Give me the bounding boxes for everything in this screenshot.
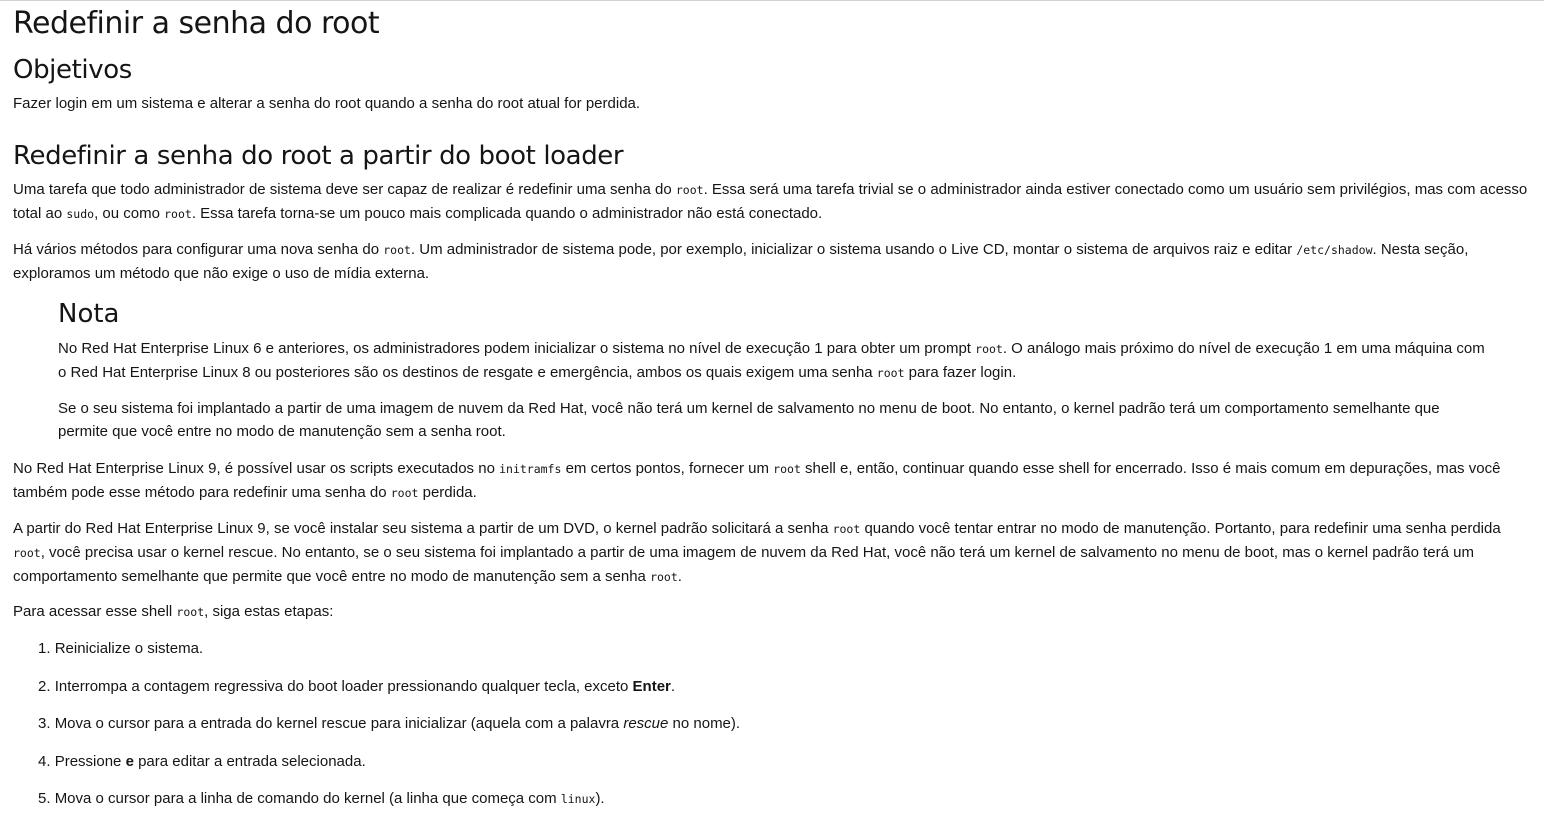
inline-code: initramfs xyxy=(499,462,562,476)
inline-code: root xyxy=(773,462,801,476)
note-paragraph-1: No Red Hat Enterprise Linux 6 e anterior… xyxy=(58,340,1485,381)
list-item: 3. Mova o cursor para a entrada do kerne… xyxy=(38,715,741,732)
inline-code: root xyxy=(13,546,41,560)
inline-code: root xyxy=(164,207,192,221)
inline-code: root xyxy=(383,243,411,257)
emphasis: rescue xyxy=(623,715,669,732)
inline-code: root xyxy=(832,522,861,536)
inline-code: root xyxy=(176,605,205,619)
list-item: 1. Reinicialize o sistema. xyxy=(38,640,204,657)
list-item: 5. Mova o cursor para a linha de comando… xyxy=(38,790,605,807)
section-heading: Redefinir a senha do root a partir do bo… xyxy=(13,141,624,171)
key-name: e xyxy=(125,753,134,770)
top-border xyxy=(0,0,1544,1)
section-paragraph-5: Para acessar esse shell root, siga estas… xyxy=(13,603,334,620)
key-name: Enter xyxy=(632,678,671,695)
list-item: 2. Interrompa a contagem regressiva do b… xyxy=(38,678,676,695)
inline-code: root xyxy=(975,342,1003,356)
inline-code: /etc/shadow xyxy=(1296,243,1373,257)
objectives-text: Fazer login em um sistema e alterar a se… xyxy=(13,95,641,112)
section-paragraph-4: A partir do Red Hat Enterprise Linux 9, … xyxy=(13,520,1501,585)
inline-code: root xyxy=(390,486,419,500)
objectives-heading: Objetivos xyxy=(13,55,132,85)
section-paragraph-1: Uma tarefa que todo administrador de sis… xyxy=(13,181,1528,222)
section-paragraph-2: Há vários métodos para configurar uma no… xyxy=(13,241,1469,282)
inline-code: root xyxy=(675,183,704,197)
section-paragraph-3: No Red Hat Enterprise Linux 9, é possíve… xyxy=(13,460,1501,501)
inline-code: root xyxy=(876,366,905,380)
page-title: Redefinir a senha do root xyxy=(13,6,380,41)
inline-code: sudo xyxy=(66,207,95,221)
list-item: 4. Pressione e para editar a entrada sel… xyxy=(38,753,366,770)
inline-code: linux xyxy=(560,792,596,806)
inline-code: root xyxy=(650,570,678,584)
note-title: Nota xyxy=(58,299,120,329)
note-paragraph-2: Se o seu sistema foi implantado a partir… xyxy=(58,400,1440,440)
